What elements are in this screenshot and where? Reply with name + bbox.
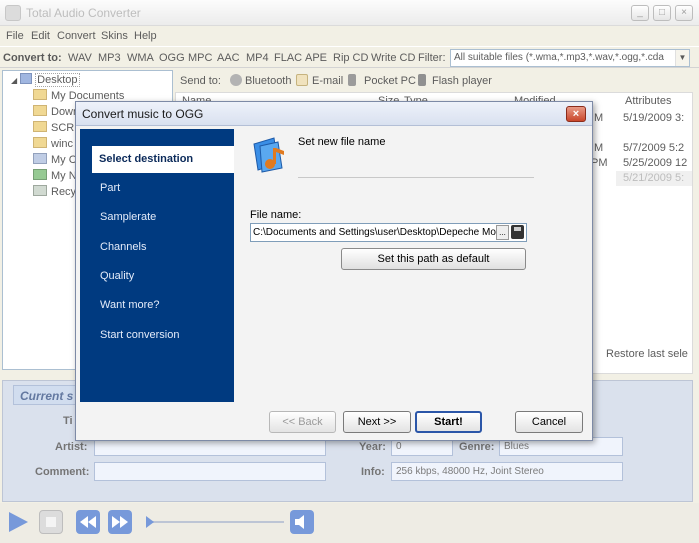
wizard-steps: Select destination Part Samplerate Chann… xyxy=(80,129,234,402)
back-button[interactable]: << Back xyxy=(269,411,336,433)
set-default-path-button[interactable]: Set this path as default xyxy=(341,248,526,270)
step-channels[interactable]: Channels xyxy=(100,241,146,253)
convert-dialog: Convert music to OGG × Select destinatio… xyxy=(75,101,593,441)
step-label: Select destination xyxy=(99,153,194,165)
step-select-destination[interactable]: Select destination xyxy=(92,146,234,173)
cancel-button[interactable]: Cancel xyxy=(515,411,583,433)
file-name-label: File name: xyxy=(250,209,302,221)
browse-button[interactable]: ... xyxy=(496,225,509,240)
dialog-content: Set new file name File name: C:\Document… xyxy=(236,129,588,402)
file-name-input[interactable]: C:\Documents and Settings\user\Desktop\D… xyxy=(250,223,527,242)
next-step-button[interactable]: Next >> xyxy=(343,411,411,433)
section-title: Set new file name xyxy=(298,136,386,148)
step-part[interactable]: Part xyxy=(100,182,120,194)
dialog-title-bar: Convert music to OGG × xyxy=(76,102,592,126)
music-file-icon xyxy=(253,137,284,173)
start-button[interactable]: Start! xyxy=(415,411,482,433)
step-samplerate[interactable]: Samplerate xyxy=(100,211,156,223)
dialog-close-button[interactable]: × xyxy=(566,106,586,122)
save-floppy-icon[interactable] xyxy=(511,225,524,239)
section-divider xyxy=(298,177,534,178)
step-quality[interactable]: Quality xyxy=(100,270,134,282)
step-want-more[interactable]: Want more? xyxy=(100,299,160,311)
step-start-conversion[interactable]: Start conversion xyxy=(100,329,179,341)
dialog-title: Convert music to OGG xyxy=(82,107,204,121)
